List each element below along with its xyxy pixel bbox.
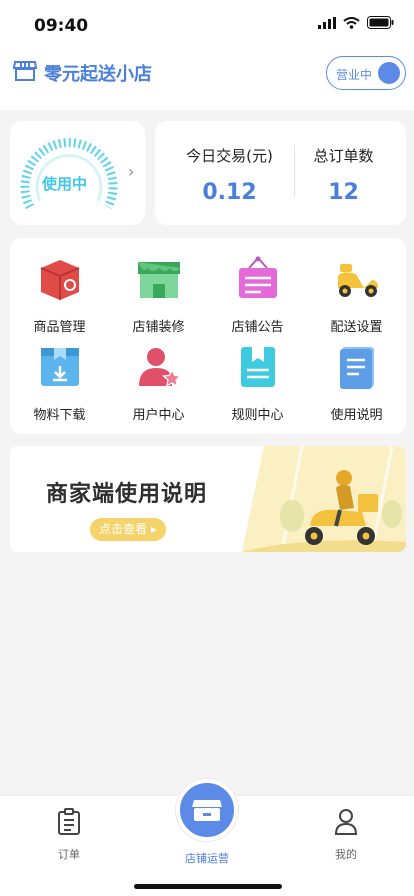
- tab-orders[interactable]: 订单: [19, 808, 119, 862]
- status-bar: 09:40: [0, 0, 414, 52]
- scooter-icon: [337, 264, 378, 297]
- banner-title: 商家端使用说明: [46, 482, 208, 507]
- chevron-right-icon: ›: [128, 162, 135, 181]
- stats-card: 今日交易(元) 0.12 总订单数 12: [155, 121, 406, 225]
- arrow-right-icon: ▸: [150, 522, 157, 536]
- tab-store-operations-label: 店铺运营: [185, 852, 229, 865]
- wifi-icon: [343, 16, 360, 29]
- total-orders-label: 总订单数: [313, 147, 374, 165]
- business-status-label: 营业中: [336, 68, 373, 82]
- toggle-knob: [378, 62, 400, 84]
- menu-item-delivery-settings[interactable]: 配送设置: [307, 256, 406, 335]
- user-star-icon: [138, 348, 182, 388]
- download-box-icon: [40, 348, 79, 386]
- usage-status-card[interactable]: 使用中 ›: [10, 121, 145, 225]
- banner-button-label: 点击查看: [99, 522, 148, 536]
- store-operations-center-button[interactable]: [176, 779, 238, 841]
- user-profile-icon: [334, 809, 358, 835]
- delivery-rider-illustration: [242, 446, 406, 552]
- storefront-icon: [192, 800, 222, 821]
- clipboard-icon: [58, 808, 80, 835]
- total-orders-stat[interactable]: 总订单数 12: [281, 145, 406, 205]
- usage-status-label: 使用中: [42, 175, 88, 193]
- menu-label: 使用说明: [330, 408, 383, 423]
- bookmark-doc-icon: [240, 347, 275, 387]
- storefront-icon: [137, 262, 180, 298]
- menu-label: 店铺装修: [132, 320, 185, 335]
- menu-label: 配送设置: [330, 320, 383, 335]
- menu-item-material-download[interactable]: 物料下载: [10, 344, 109, 423]
- menu-item-product-management[interactable]: 商品管理: [10, 256, 109, 335]
- total-orders-value: 12: [328, 180, 359, 205]
- today-trade-value: 0.12: [202, 180, 257, 205]
- menu-item-store-notice[interactable]: 店铺公告: [208, 256, 307, 335]
- tab-orders-label: 订单: [58, 848, 80, 861]
- store-icon: [13, 61, 37, 81]
- banner-view-button[interactable]: 点击查看 ▸: [90, 518, 166, 541]
- menu-label: 用户中心: [132, 408, 185, 423]
- menu-label: 物料下载: [33, 408, 86, 423]
- today-trade-stat[interactable]: 今日交易(元) 0.12: [167, 145, 292, 205]
- notice-board-icon: [238, 256, 277, 298]
- menu-item-store-decoration[interactable]: 店铺装修: [109, 256, 208, 335]
- signal-icon: [318, 16, 336, 29]
- today-trade-label: 今日交易(元): [186, 147, 273, 165]
- product-box-icon: [40, 260, 79, 300]
- home-indicator: [134, 884, 282, 889]
- tab-store-operations[interactable]: 店铺运营: [157, 844, 257, 866]
- status-icons: [318, 16, 394, 29]
- battery-icon: [367, 16, 394, 29]
- merchant-guide-banner[interactable]: 商家端使用说明 点击查看 ▸: [10, 446, 406, 552]
- menu-item-user-center[interactable]: 用户中心: [109, 344, 208, 423]
- store-name: 零元起送小店: [44, 64, 152, 85]
- menu-item-rules-center[interactable]: 规则中心: [208, 344, 307, 423]
- manual-book-icon: [339, 347, 374, 389]
- feature-menu: 商品管理 店铺装修 店铺公告 配送设置 物料下载 用户中心 规则中心 使用说明: [10, 238, 406, 434]
- header: 零元起送小店 营业中: [0, 52, 414, 110]
- business-status-toggle[interactable]: 营业中: [326, 56, 406, 90]
- tab-mine[interactable]: 我的: [296, 808, 396, 862]
- menu-item-user-guide[interactable]: 使用说明: [307, 344, 406, 423]
- menu-label: 店铺公告: [231, 320, 284, 335]
- menu-label: 规则中心: [231, 408, 284, 423]
- tab-mine-label: 我的: [335, 848, 357, 861]
- status-time: 09:40: [34, 16, 89, 36]
- menu-label: 商品管理: [33, 320, 86, 335]
